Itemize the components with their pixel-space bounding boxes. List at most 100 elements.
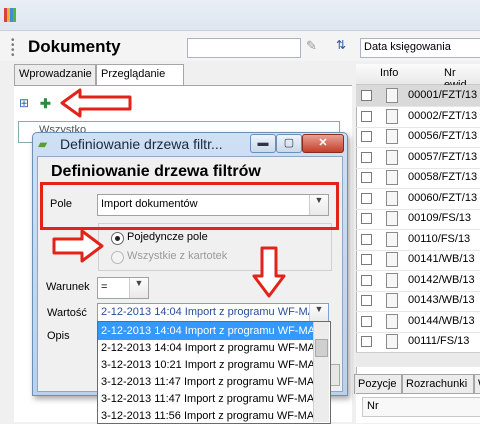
add-filter-icon[interactable]: ✚ (40, 96, 56, 112)
tab-label: Rozrachunki (406, 378, 468, 390)
grid-horizontal-scrollbar[interactable] (356, 352, 480, 367)
row-nr: 00109/FS/13 (408, 212, 471, 224)
row-nr: 00056/FZT/13 (408, 130, 478, 142)
document-icon (386, 88, 398, 103)
table-row[interactable]: 00143/WB/13 (356, 290, 480, 312)
document-icon (386, 108, 398, 124)
opis-label: Opis (47, 330, 70, 342)
tab-label: Przeglądanie (101, 68, 166, 80)
wartosc-value: 2-12-2013 14:04 Import z programu WF-MAG (101, 306, 324, 318)
options-scrollbar[interactable] (313, 322, 329, 422)
app-titlebar (0, 0, 480, 31)
row-checkbox[interactable] (361, 315, 372, 327)
warunek-dropdown[interactable]: = ▼ (97, 277, 149, 299)
row-checkbox[interactable] (361, 110, 372, 122)
scrollbar-thumb[interactable] (315, 339, 328, 357)
document-icon (386, 149, 398, 165)
row-checkbox[interactable] (361, 295, 372, 306)
document-icon (386, 334, 398, 349)
sort-field-value: Data księgowania (364, 41, 451, 53)
row-checkbox[interactable] (361, 90, 372, 101)
option-item[interactable]: 3-12-2013 11:47 Import z programu WF-MAG (98, 390, 316, 408)
table-row[interactable]: 00057/FZT/13 (356, 147, 480, 169)
option-item[interactable]: 3-12-2013 10:21 Import z programu WF-MAG (98, 356, 316, 374)
option-item[interactable]: 3-12-2013 11:47 Import z programu WF-MAG (98, 373, 316, 391)
drag-handle-icon[interactable]: • • • • (11, 36, 17, 61)
row-checkbox[interactable] (361, 213, 372, 224)
row-nr: 00144/WB/13 (408, 314, 475, 327)
table-row[interactable]: 00109/FS/13 (356, 208, 480, 230)
row-nr: 00110/FS/13 (408, 232, 471, 245)
document-icon (386, 252, 398, 267)
table-row[interactable]: 00144/WB/13 (356, 311, 480, 333)
document-icon (386, 129, 398, 144)
table-row[interactable]: 00060/FZT/13 (356, 188, 480, 210)
document-icon (386, 313, 398, 329)
column-header-label: Nr (367, 400, 379, 412)
warunek-value: = (101, 281, 108, 293)
document-icon (386, 170, 398, 185)
option-item[interactable]: 2-12-2013 14:04 Import z programu WF-MAG (98, 322, 316, 340)
annotation-spacer (104, 228, 230, 268)
sort-icon[interactable]: ⇅ (336, 38, 356, 54)
dialog-app-icon: ▰ (38, 137, 48, 151)
row-nr: 00111/FS/13 (408, 335, 470, 347)
detail-column-nr[interactable]: Nr (362, 397, 480, 417)
row-nr: 00057/FZT/13 (408, 150, 478, 163)
option-item[interactable]: 3-12-2013 11:56 Import z programu WF-MAG (98, 407, 316, 423)
table-row[interactable]: 00110/FS/13 (356, 229, 480, 251)
row-checkbox[interactable] (361, 131, 372, 142)
sort-field-select[interactable]: Data księgowania (360, 38, 480, 58)
page-title: Dokumenty (28, 37, 121, 56)
arrow-wartosc-icon (252, 246, 286, 298)
chevron-down-icon[interactable]: ▼ (309, 304, 328, 322)
grid-header: Info Nr ewid (356, 64, 480, 91)
row-nr: 00141/WB/13 (408, 253, 475, 265)
document-icon (386, 293, 398, 308)
table-row[interactable]: 00142/WB/13 (356, 270, 480, 292)
dialog-heading: Definiowanie drzewa filtrów (51, 163, 261, 180)
wartosc-dropdown[interactable]: 2-12-2013 14:04 Import z programu WF-MAG… (97, 303, 329, 323)
chevron-down-icon[interactable]: ▼ (129, 278, 148, 298)
table-row[interactable]: 00056/FZT/13 (356, 126, 480, 148)
arrow-add-filter-icon (60, 88, 132, 118)
row-checkbox[interactable] (361, 172, 372, 183)
table-row[interactable]: 00001/FZT/13 (356, 85, 480, 107)
row-checkbox[interactable] (361, 254, 372, 265)
row-checkbox[interactable] (361, 192, 372, 204)
tab-pozycje[interactable]: Pozycje (354, 374, 402, 394)
row-nr: 00002/FZT/13 (408, 109, 478, 122)
table-row[interactable]: 00141/WB/13 (356, 249, 480, 271)
row-nr: 00143/WB/13 (408, 294, 475, 306)
table-row[interactable]: 00111/FS/13 (356, 331, 480, 353)
column-header-info[interactable]: Info (380, 67, 398, 79)
tab-wprowadzanie[interactable]: Wprowadzanie (14, 64, 96, 85)
tree-structure-icon[interactable]: ⊞ (19, 96, 35, 112)
close-button[interactable]: ✕ (302, 134, 344, 153)
document-icon (386, 272, 398, 288)
dialog-window-title: Definiowanie drzewa filtr... (60, 136, 223, 152)
tab-label: Wprowadzanie (19, 68, 92, 80)
maximize-button[interactable]: ▢ (276, 134, 302, 153)
row-checkbox[interactable] (361, 274, 372, 286)
document-icon (386, 231, 398, 247)
row-checkbox[interactable] (361, 233, 372, 245)
warunek-label: Warunek (46, 281, 90, 293)
minimize-button[interactable]: ▬ (250, 134, 276, 153)
document-icon (386, 190, 398, 206)
tab-rozrachunki[interactable]: Rozrachunki (402, 374, 474, 394)
row-checkbox[interactable] (361, 336, 372, 347)
wartosc-options-list: 2-12-2013 14:04 Import z programu WF-MAG… (97, 321, 331, 424)
table-row[interactable]: 00058/FZT/13 (356, 167, 480, 189)
table-row[interactable]: 00002/FZT/13 (356, 106, 480, 128)
tab-przegladanie[interactable]: Przeglądanie (96, 64, 184, 87)
arrow-radio-group-icon (52, 229, 104, 263)
tab-more[interactable]: W (474, 374, 480, 394)
row-nr: 00060/FZT/13 (408, 191, 478, 204)
row-nr: 00142/WB/13 (408, 273, 475, 286)
option-item[interactable]: 2-12-2013 14:04 Import z programu WF-MAG (98, 339, 316, 357)
row-checkbox[interactable] (361, 151, 372, 163)
tab-label: Pozycje (358, 378, 397, 390)
pencil-icon[interactable]: ✎ (306, 38, 322, 54)
search-input[interactable] (187, 38, 301, 58)
